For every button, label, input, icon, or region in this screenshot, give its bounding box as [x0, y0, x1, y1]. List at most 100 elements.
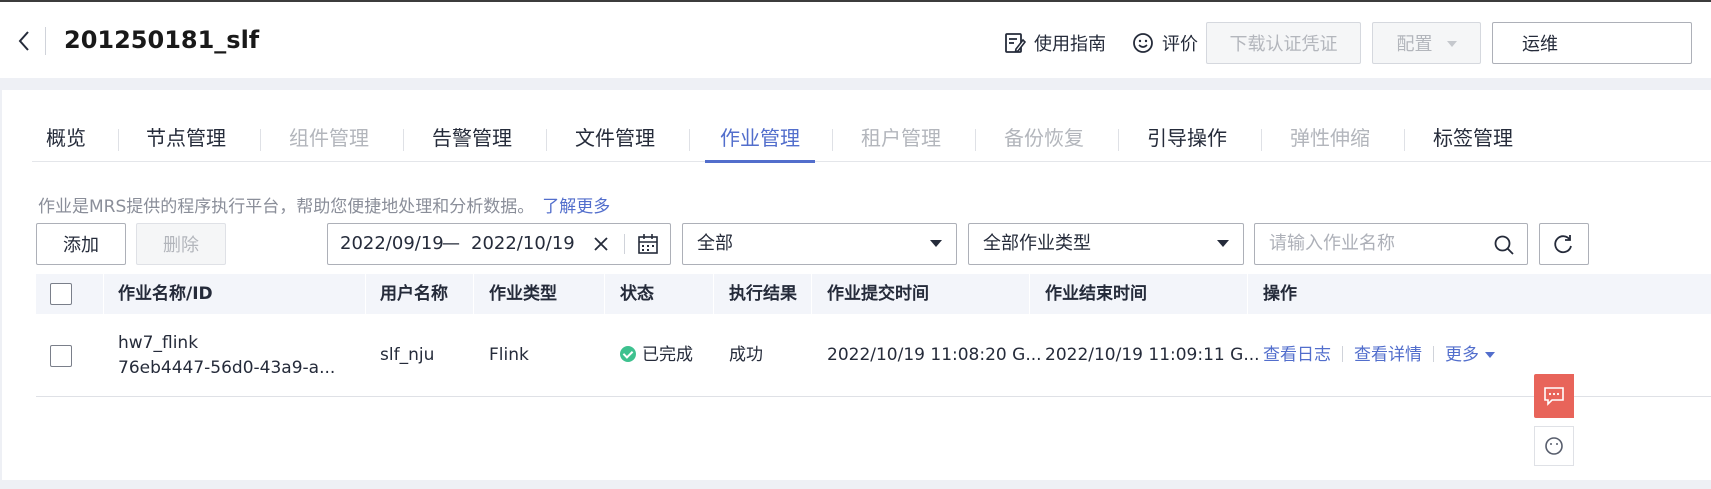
status-select[interactable]: 全部 [682, 223, 957, 265]
date-end: 2022/10/19 [471, 233, 575, 254]
smiley-icon [1545, 437, 1563, 455]
chevron-down-icon [1217, 240, 1229, 247]
column-header-status[interactable]: 状态 [620, 274, 654, 314]
job-status-label: 已完成 [642, 345, 693, 365]
ops-label: 运维 [1522, 34, 1558, 55]
date-range-picker[interactable]: 2022/09/19 — 2022/10/19 [327, 223, 671, 265]
tab-divider [1261, 129, 1262, 151]
tab-bar: 概览 节点管理 组件管理 告警管理 文件管理 作业管理 租户管理 备份恢复 引导… [32, 120, 1711, 163]
column-divider [811, 274, 812, 314]
description: 作业是MRS提供的程序执行平台，帮助您便捷地处理和分析数据。 了解更多 [38, 194, 610, 220]
config-label: 配置 [1396, 34, 1433, 55]
search-icon[interactable] [1493, 234, 1515, 256]
download-cert-button[interactable]: 下载认证凭证 [1206, 22, 1361, 64]
tab-divider [1118, 129, 1119, 151]
column-divider [473, 274, 474, 314]
date-separator: — [442, 233, 460, 254]
table-row: hw7_flink 76eb4447-56d0-43a9-a... slf_nj… [36, 314, 1711, 397]
column-header-submit-time[interactable]: 作业提交时间 [827, 274, 929, 314]
column-header-user[interactable]: 用户名称 [380, 274, 448, 314]
tab-divider [546, 129, 547, 151]
tab-tenants[interactable]: 租户管理 [851, 120, 951, 162]
tab-overview[interactable]: 概览 [32, 120, 100, 162]
download-cert-label: 下载认证凭证 [1229, 34, 1338, 55]
column-divider [365, 274, 366, 314]
tab-autoscaling[interactable]: 弹性伸缩 [1280, 120, 1380, 162]
job-type: Flink [489, 345, 529, 365]
chevron-down-icon [1485, 352, 1495, 358]
column-header-result[interactable]: 执行结果 [729, 274, 797, 314]
job-type-select-value: 全部作业类型 [983, 233, 1091, 254]
select-all-checkbox[interactable] [50, 283, 72, 305]
calendar-icon[interactable] [637, 233, 659, 255]
job-user: slf_nju [380, 345, 435, 365]
rate-label: 评价 [1162, 34, 1198, 55]
tab-jobs[interactable]: 作业管理 [705, 120, 815, 163]
ops-dropdown-button[interactable]: 运维 [1492, 22, 1692, 64]
config-dropdown-button[interactable]: 配置 [1372, 22, 1481, 64]
active-tab-indicator [705, 160, 815, 163]
more-label: 更多 [1445, 345, 1479, 365]
chevron-down-icon [1446, 41, 1457, 47]
column-header-name-id[interactable]: 作业名称/ID [118, 274, 213, 314]
top-header: 201250181_slf 使用指南 评价 下载认证凭证 配置 运维 [0, 0, 1711, 78]
table-header: 作业名称/ID 用户名称 作业类型 状态 执行结果 作业提交时间 作业结束时间 … [36, 274, 1711, 314]
delete-label: 删除 [163, 235, 199, 256]
chevron-down-icon [930, 240, 942, 247]
divider [624, 234, 625, 254]
status-select-value: 全部 [697, 233, 733, 254]
column-divider [1247, 274, 1248, 314]
smiley-icon [1132, 32, 1154, 54]
column-header-type[interactable]: 作业类型 [489, 274, 557, 314]
job-end-time: 2022/10/19 11:09:11 G... [1045, 345, 1260, 365]
job-submit-time: 2022/10/19 11:08:20 G... [827, 345, 1042, 365]
learn-more-link[interactable]: 了解更多 [542, 197, 610, 217]
clear-icon[interactable] [593, 236, 609, 252]
column-divider [713, 274, 714, 314]
view-log-link[interactable]: 查看日志 [1263, 345, 1331, 365]
job-name: hw7_flink [118, 333, 199, 353]
tab-files[interactable]: 文件管理 [565, 120, 665, 162]
chat-bubble-icon [1544, 387, 1564, 406]
tab-divider [118, 129, 119, 151]
column-divider [604, 274, 605, 314]
tab-divider [260, 129, 261, 151]
more-actions-dropdown[interactable]: 更多 [1445, 345, 1495, 365]
date-start: 2022/09/19 [340, 233, 444, 254]
rate-link[interactable]: 评价 [1132, 28, 1198, 58]
job-type-select[interactable]: 全部作业类型 [968, 223, 1244, 265]
tab-alarms[interactable]: 告警管理 [422, 120, 522, 162]
description-text: 作业是MRS提供的程序执行平台，帮助您便捷地处理和分析数据。 [38, 197, 535, 217]
delete-button[interactable]: 删除 [136, 223, 226, 265]
column-header-end-time[interactable]: 作业结束时间 [1045, 274, 1147, 314]
job-name-search-input[interactable]: 请输入作业名称 [1254, 223, 1528, 265]
divider [1433, 346, 1434, 362]
tab-components[interactable]: 组件管理 [279, 120, 379, 162]
tab-tags[interactable]: 标签管理 [1423, 120, 1523, 162]
tab-divider [832, 129, 833, 151]
refresh-button[interactable] [1539, 223, 1589, 265]
feedback-float-button[interactable] [1534, 374, 1574, 418]
add-button[interactable]: 添加 [36, 223, 126, 265]
view-detail-link[interactable]: 查看详情 [1354, 345, 1422, 365]
tab-backup[interactable]: 备份恢复 [994, 120, 1094, 162]
check-circle-icon [620, 346, 636, 362]
job-result: 成功 [729, 345, 763, 365]
column-divider [103, 274, 104, 314]
guide-link[interactable]: 使用指南 [1004, 28, 1106, 58]
tab-divider [1404, 129, 1405, 151]
guide-icon [1004, 32, 1026, 54]
add-label: 添加 [63, 235, 99, 256]
tab-nodes[interactable]: 节点管理 [136, 120, 236, 162]
tab-bootstrap[interactable]: 引导操作 [1137, 120, 1237, 162]
guide-label: 使用指南 [1034, 34, 1106, 55]
row-checkbox[interactable] [50, 345, 72, 367]
back-button[interactable] [10, 24, 38, 58]
help-float-button[interactable] [1534, 426, 1574, 466]
tab-divider [975, 129, 976, 151]
refresh-icon [1554, 235, 1572, 254]
chevron-left-icon [18, 31, 29, 51]
divider [45, 27, 46, 55]
main-panel: 概览 节点管理 组件管理 告警管理 文件管理 作业管理 租户管理 备份恢复 引导… [2, 90, 1711, 480]
column-header-actions: 操作 [1263, 284, 1297, 304]
